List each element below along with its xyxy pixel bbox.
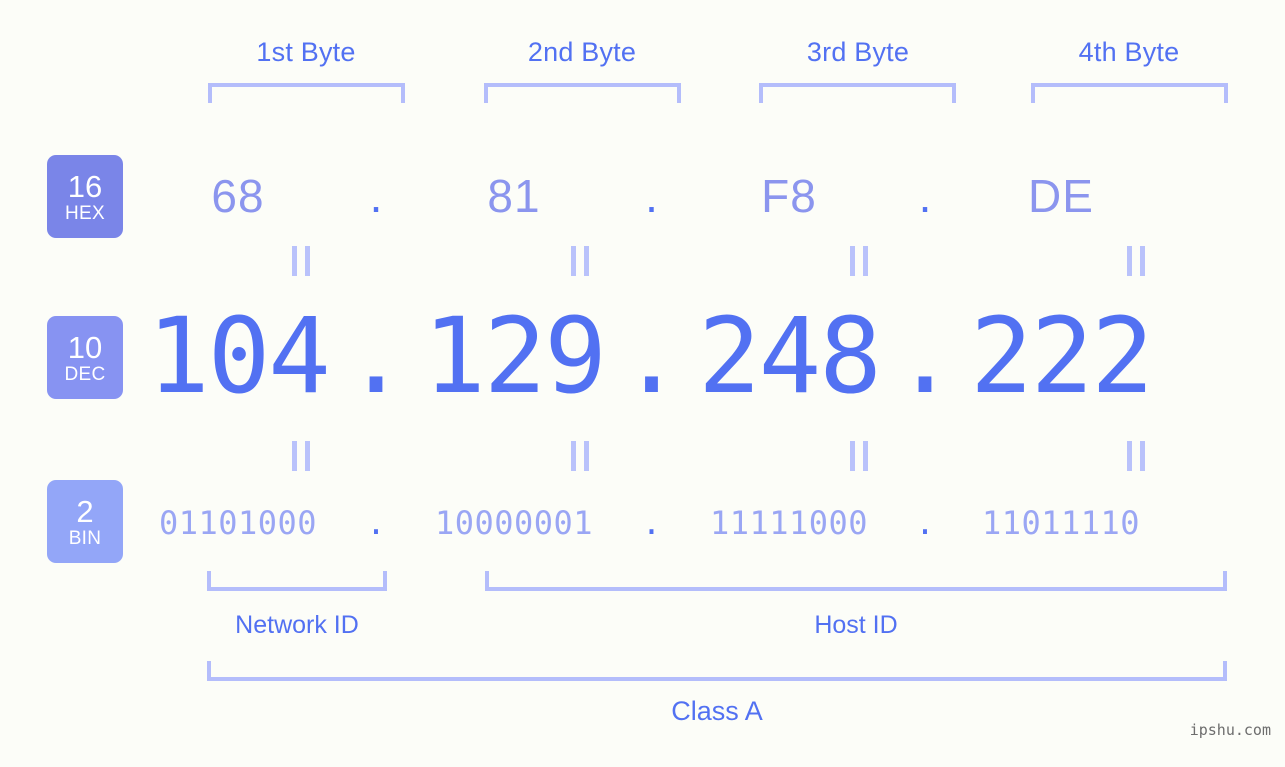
- byte-bracket-1: [208, 83, 405, 103]
- bin-byte-2: 10000001: [434, 504, 594, 542]
- dec-byte-3: 248: [698, 295, 882, 417]
- dec-byte-1: 104: [147, 295, 331, 417]
- radix-badge-bin-number: 2: [76, 493, 94, 529]
- bin-byte-1: 01101000: [158, 504, 318, 542]
- equals-icon-hex-dec-4: [1127, 246, 1145, 276]
- radix-badge-hex: 16 HEX: [47, 155, 123, 238]
- binary-value-row: 01101000 . 10000001 . 11111000 . 1101111…: [140, 495, 1240, 551]
- network-id-bracket: [207, 571, 387, 591]
- byte-header-4: 4th Byte: [1078, 37, 1180, 67]
- equals-icon-dec-bin-2: [571, 441, 589, 471]
- bin-byte-4: 11011110: [981, 504, 1141, 542]
- decimal-value-row: 104 . 129 . 248 . 222: [140, 295, 1240, 417]
- radix-badge-hex-number: 16: [67, 168, 103, 204]
- network-id-label: Network ID: [235, 611, 359, 639]
- dec-byte-2: 129: [423, 295, 607, 417]
- byte-header-3: 3rd Byte: [806, 37, 910, 67]
- radix-badge-bin-abbr: BIN: [68, 527, 102, 549]
- hex-separator-2: .: [645, 170, 658, 222]
- bin-separator-3: .: [915, 504, 935, 542]
- hex-separator-3: .: [918, 170, 932, 222]
- radix-badge-bin: 2 BIN: [47, 480, 123, 563]
- equals-icon-hex-dec-1: [292, 246, 310, 276]
- dec-separator-1: .: [344, 295, 408, 417]
- radix-badge-dec-number: 10: [67, 329, 103, 365]
- ip-address-diagram: 1st Byte 2nd Byte 3rd Byte 4th Byte 16 H…: [0, 0, 1285, 767]
- site-watermark: ipshu.com: [1189, 721, 1271, 739]
- class-label: Class A: [671, 696, 763, 726]
- dec-byte-4: 222: [970, 295, 1154, 417]
- hex-separator-1: .: [369, 170, 383, 222]
- byte-bracket-3: [759, 83, 956, 103]
- dec-separator-2: .: [620, 295, 683, 417]
- dec-separator-3: .: [893, 295, 957, 417]
- bin-separator-2: .: [641, 504, 662, 542]
- byte-bracket-2: [484, 83, 681, 103]
- equals-icon-dec-bin-1: [292, 441, 310, 471]
- equals-icon-dec-bin-4: [1127, 441, 1145, 471]
- equals-icon-hex-dec-2: [571, 246, 589, 276]
- hex-byte-2: 81: [487, 170, 541, 222]
- equals-icon-dec-bin-3: [850, 441, 868, 471]
- byte-header-2: 2nd Byte: [527, 37, 637, 67]
- radix-badge-hex-abbr: HEX: [65, 202, 105, 224]
- byte-header-1: 1st Byte: [256, 37, 356, 67]
- byte-bracket-4: [1031, 83, 1228, 103]
- hex-byte-3: F8: [761, 170, 817, 222]
- host-id-label: Host ID: [814, 611, 898, 639]
- radix-badge-dec-abbr: DEC: [64, 363, 106, 385]
- bin-byte-3: 11111000: [709, 504, 869, 542]
- hex-byte-4: DE: [1028, 170, 1094, 222]
- class-bracket: [207, 661, 1227, 681]
- radix-badge-dec: 10 DEC: [47, 316, 123, 399]
- bin-separator-1: .: [366, 504, 386, 542]
- hex-byte-1: 68: [211, 170, 265, 222]
- host-id-bracket: [485, 571, 1227, 591]
- hex-value-row: 68 . 81 . F8 . DE: [140, 152, 1240, 240]
- equals-icon-hex-dec-3: [850, 246, 868, 276]
